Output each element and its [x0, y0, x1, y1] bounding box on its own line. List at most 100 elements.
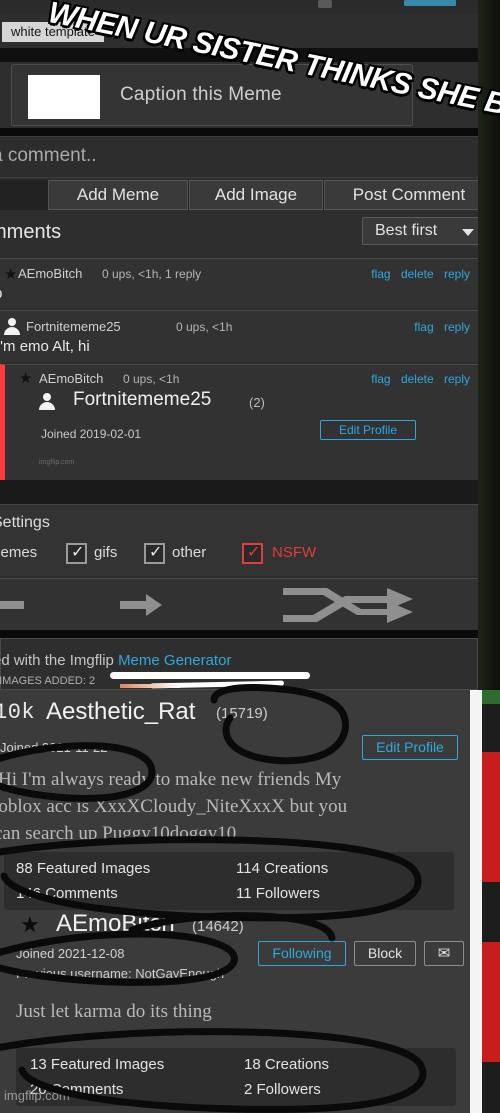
- prev-arrow-icon[interactable]: [0, 593, 24, 617]
- checkbox-label: other: [172, 544, 207, 561]
- comment-row: Fortnitememe25 0 ups, <1h flag reply I'm…: [0, 310, 478, 362]
- comment-body: b: [0, 285, 2, 302]
- comment-body: I'm emo Alt, hi: [0, 338, 90, 355]
- profile-joined: Joined 2021-12-08: [16, 946, 125, 961]
- stat-comments[interactable]: 146 Comments: [16, 885, 118, 902]
- profile-username[interactable]: AEmoBitch: [56, 910, 175, 938]
- caption-prompt-label: Caption this Meme: [120, 84, 282, 105]
- post-comment-button[interactable]: Post Comment: [324, 180, 494, 210]
- comment-actions: flag delete reply: [364, 372, 470, 386]
- embedded-profile-joined: Joined 2019-02-01: [41, 427, 142, 441]
- image-artifact: [110, 672, 310, 679]
- profile-card: ★ AEmoBitch (14642) Joined 2021-12-08 Pr…: [0, 908, 470, 1113]
- comment-author[interactable]: AEmoBitch: [39, 371, 103, 386]
- profile-stats: 88 Featured Images 114 Creations 146 Com…: [4, 852, 454, 910]
- profile-stats: 13 Featured Images 18 Creations 20 Comme…: [16, 1048, 456, 1106]
- comment-author[interactable]: Fortnitememe25: [26, 319, 121, 334]
- profiles-container: 10k Aesthetic_Rat (15719) Joined 2021-11…: [0, 690, 470, 1113]
- edit-profile-button[interactable]: Edit Profile: [320, 420, 416, 440]
- profile-joined: Joined 2021-11-22: [0, 740, 108, 755]
- add-image-button[interactable]: Add Image: [189, 180, 323, 210]
- section-gap: [0, 630, 478, 638]
- reply-link[interactable]: reply: [444, 267, 470, 281]
- sort-dropdown[interactable]: Best first: [362, 217, 486, 245]
- stat-creations[interactable]: 18 Creations: [244, 1056, 329, 1073]
- flag-link[interactable]: flag: [371, 372, 390, 386]
- section-gap: [0, 480, 478, 504]
- checkbox-label: memes: [0, 544, 38, 561]
- profile-bio-line: can search up Puggy10doggy10: [0, 823, 237, 844]
- template-thumbnail: [28, 75, 100, 119]
- gap-divider: [0, 128, 478, 136]
- stat-featured-images[interactable]: 88 Featured Images: [16, 860, 150, 877]
- footer-prefix: ed with the Imgflip: [0, 652, 119, 669]
- delete-link[interactable]: delete: [401, 372, 434, 386]
- comment-actions: flag reply: [407, 320, 470, 334]
- flag-link[interactable]: flag: [414, 320, 433, 334]
- settings-section: Settings memes gifs other NSFW: [0, 504, 478, 576]
- embedded-profile-card: Fortnitememe25 (2) Joined 2019-02-01 Edi…: [27, 387, 457, 475]
- profile-username[interactable]: Aesthetic_Rat: [46, 698, 195, 726]
- star-icon: ★: [19, 370, 33, 387]
- block-button[interactable]: Block: [354, 941, 416, 966]
- profile-previous-username: Previous username: NotGayEnough: [16, 966, 225, 981]
- cropped-avatar-icon: [318, 0, 332, 8]
- star-icon: ★: [20, 912, 40, 937]
- comment-form-buttons: Add Meme Add Image Post Comment: [0, 180, 494, 210]
- embedded-profile-username[interactable]: Fortnitememe25: [73, 389, 211, 411]
- screenshot-root: white template Caption this Meme a comme…: [0, 0, 500, 1113]
- comment-meta: 0 ups, <1h: [123, 372, 180, 386]
- user-avatar-icon: [4, 318, 20, 335]
- checkbox-box[interactable]: [66, 542, 87, 564]
- comment-input[interactable]: a comment..: [0, 136, 478, 178]
- footer-text: ed with the Imgflip Meme Generator: [0, 652, 231, 669]
- watermark: imgflip.com: [4, 1088, 70, 1103]
- stat-creations[interactable]: 114 Creations: [236, 860, 328, 877]
- navigation-row: [0, 578, 478, 630]
- message-envelope-icon[interactable]: ✉: [424, 941, 464, 966]
- imgflip-profiles-panel: 10k Aesthetic_Rat (15719) Joined 2021-11…: [0, 690, 500, 1113]
- add-meme-button[interactable]: Add Meme: [48, 180, 188, 210]
- comments-header: mments Best first: [0, 213, 486, 253]
- stat-followers[interactable]: 11 Followers: [236, 885, 320, 902]
- comment-input-placeholder: a comment..: [0, 145, 97, 166]
- stat-featured-images[interactable]: 13 Featured Images: [30, 1056, 164, 1073]
- stat-followers[interactable]: 2 Followers: [244, 1081, 321, 1098]
- profile-id: (14642): [192, 918, 244, 935]
- delete-link[interactable]: delete: [401, 267, 434, 281]
- reply-link[interactable]: reply: [444, 320, 470, 334]
- profile-id: (15719): [216, 705, 268, 722]
- cropped-right-strip: [470, 690, 500, 1113]
- profile-card: 10k Aesthetic_Rat (15719) Joined 2021-11…: [0, 694, 470, 910]
- settings-checkbox-row: memes gifs other NSFW: [0, 542, 466, 567]
- cropped-link: [404, 0, 456, 6]
- profile-avatar-icon: [39, 393, 61, 415]
- comment-actions: flag delete reply: [364, 267, 470, 281]
- flag-link[interactable]: flag: [371, 267, 390, 281]
- next-arrow-icon[interactable]: [120, 593, 162, 617]
- star-icon: ★: [4, 266, 18, 283]
- checkbox-box[interactable]: [242, 542, 263, 564]
- following-button[interactable]: Following: [258, 941, 346, 966]
- profile-karma: 10k: [0, 700, 36, 725]
- meme-generator-link[interactable]: Meme Generator: [118, 652, 231, 669]
- comment-author[interactable]: AEmoBitch: [18, 266, 82, 281]
- shuffle-icon[interactable]: [283, 585, 413, 627]
- comments-title: mments: [0, 221, 62, 243]
- checkbox-label: NSFW: [272, 544, 317, 561]
- profile-bio-line: Just let karma do its thing: [16, 1001, 212, 1022]
- embedded-profile-id: (2): [249, 395, 265, 410]
- profile-bio-line: Hi I'm always ready to make new friends …: [0, 769, 342, 790]
- settings-title: Settings: [0, 514, 50, 531]
- comment-row: ★ AEmoBitch 0 ups, <1h, 1 reply flag del…: [0, 258, 478, 308]
- comment-row-highlighted: ★ AEmoBitch 0 ups, <1h flag delete reply…: [0, 364, 478, 480]
- checkbox-label: gifs: [94, 544, 118, 561]
- edit-profile-button[interactable]: Edit Profile: [362, 735, 458, 760]
- comment-meta: 0 ups, <1h, 1 reply: [102, 267, 202, 281]
- checkbox-box[interactable]: [144, 542, 165, 564]
- sort-label: Best first: [375, 222, 438, 239]
- watermark: imgflip.com: [39, 459, 75, 466]
- image-artifact: [120, 684, 180, 688]
- chevron-down-icon: [462, 229, 474, 236]
- reply-link[interactable]: reply: [444, 372, 470, 386]
